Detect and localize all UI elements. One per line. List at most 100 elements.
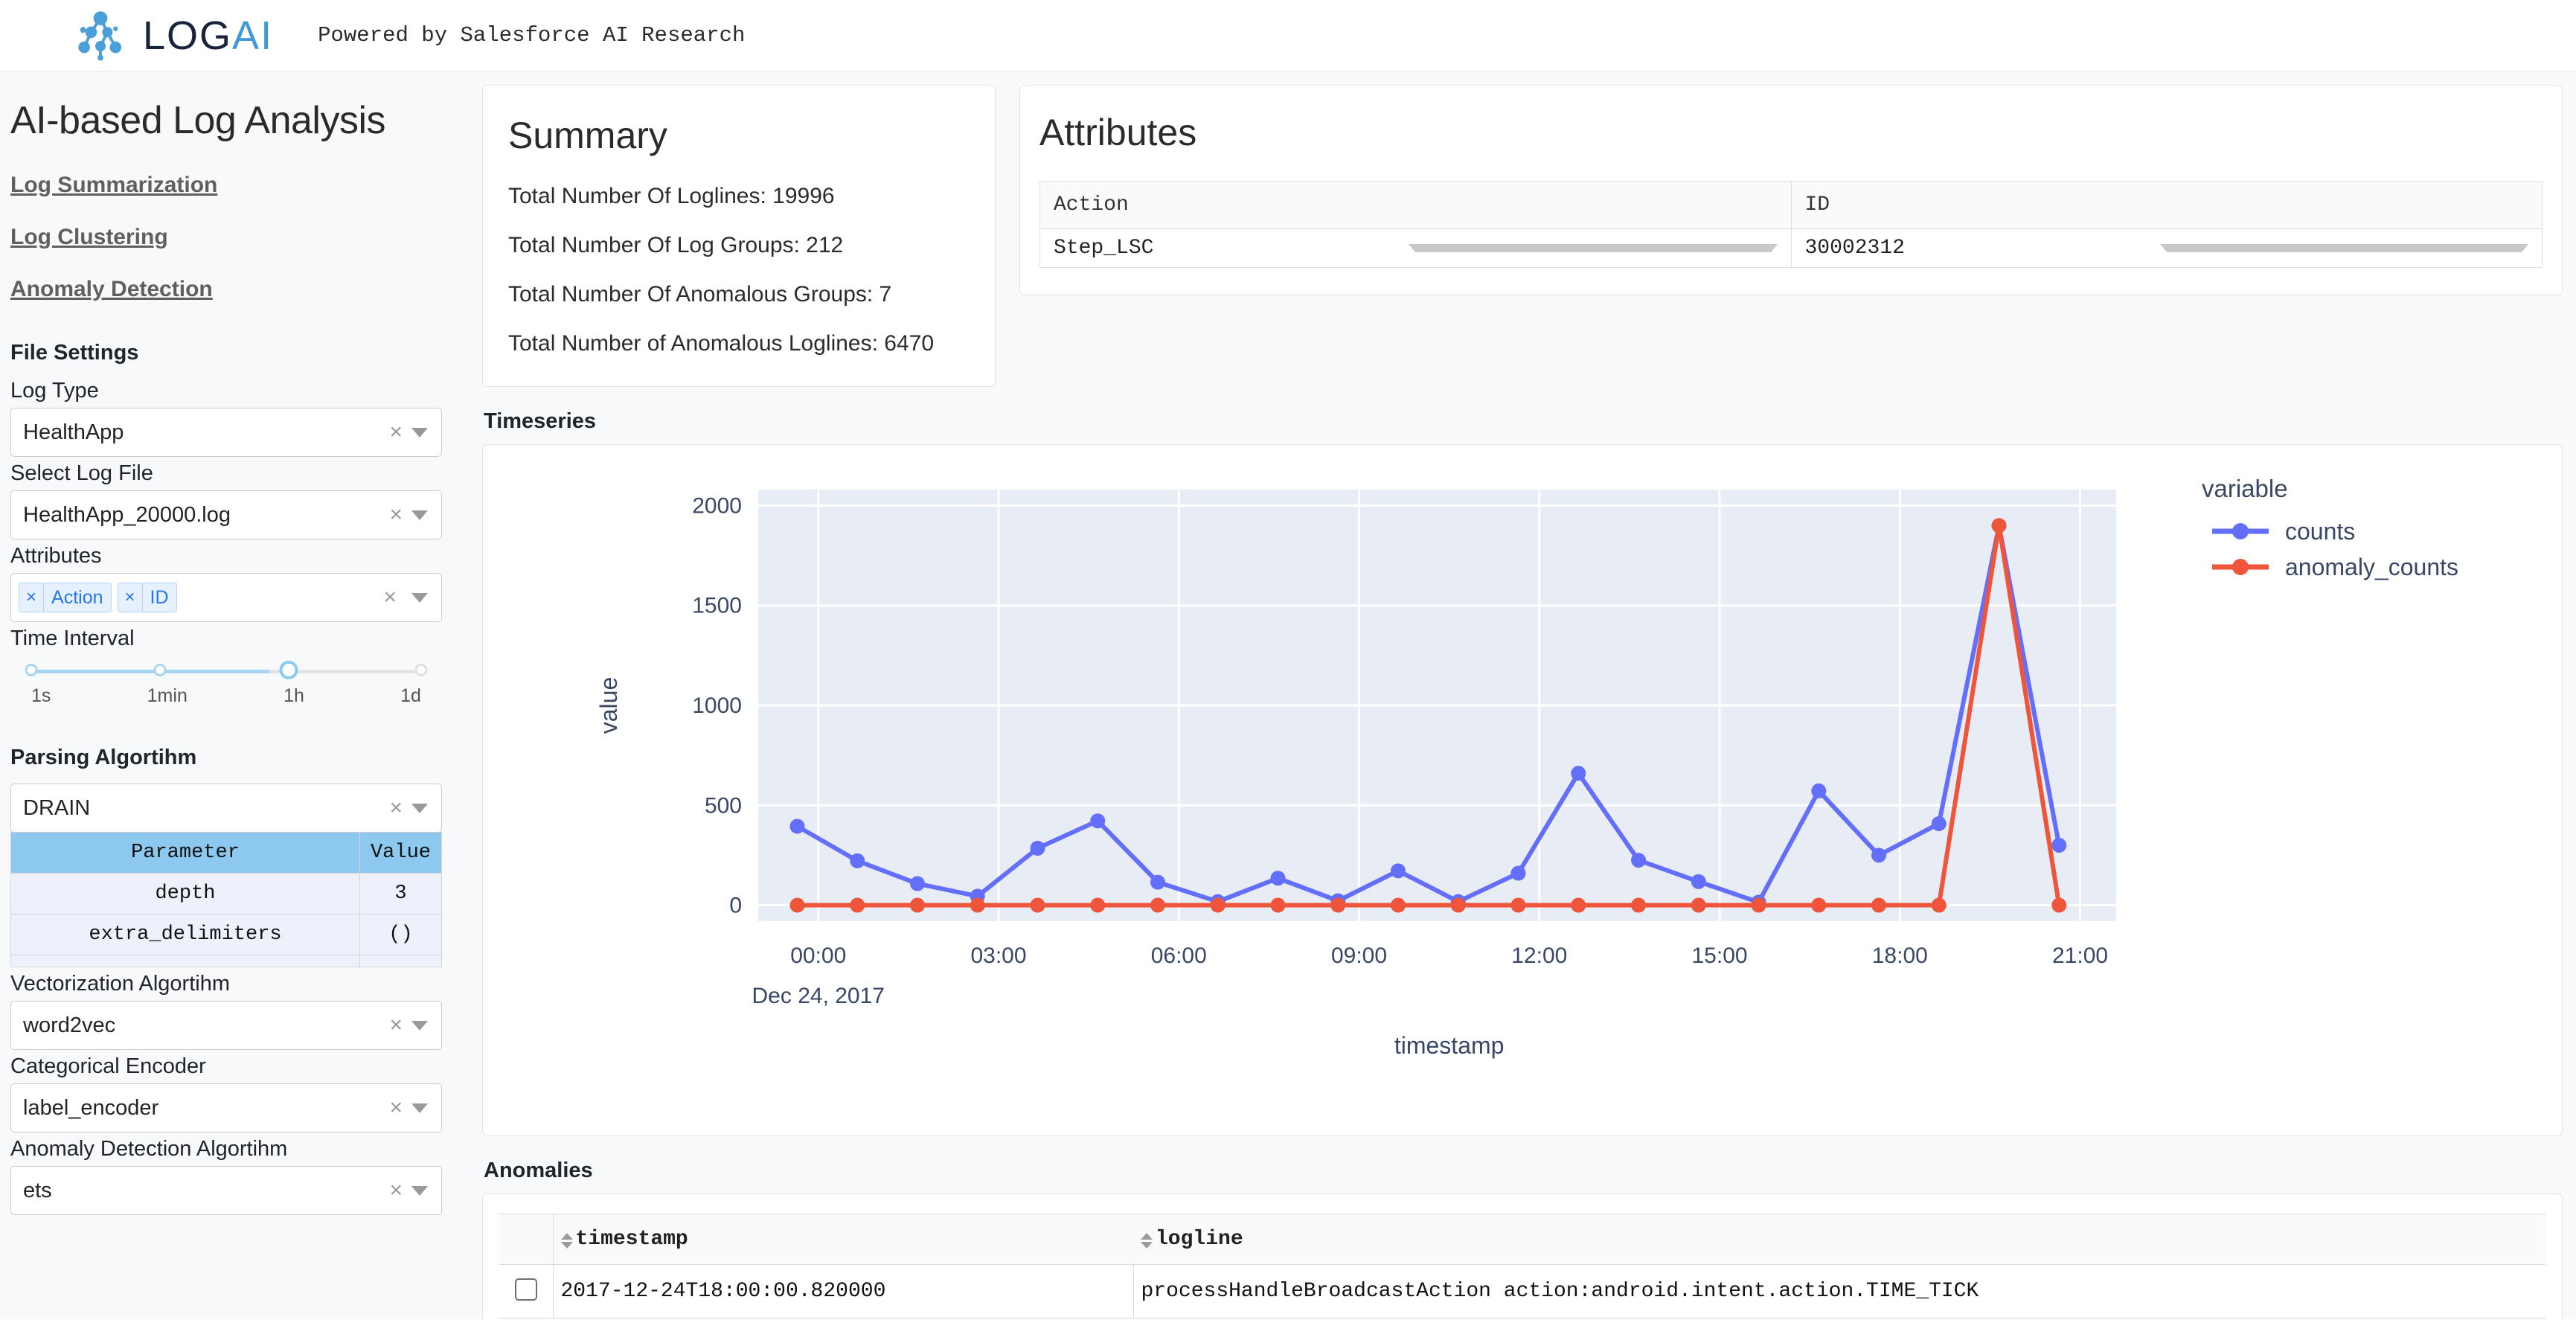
legend-marker-counts	[2232, 523, 2249, 539]
series-point-anomaly_counts	[1391, 898, 1406, 913]
slider-track[interactable]	[31, 667, 421, 675]
attr-id-dropdown[interactable]: 30002312	[1805, 237, 2529, 260]
attributes-label: Attributes	[10, 544, 442, 568]
slider-knob-1d[interactable]	[415, 664, 428, 676]
chip-label: Action	[44, 583, 110, 612]
anomalies-card: timestamp logline 2017-12-24T18:00:00.82…	[482, 1194, 2563, 1319]
summary-total-loglines: Total Number Of Loglines: 19996	[508, 184, 970, 209]
chevron-down-icon[interactable]	[2160, 244, 2528, 252]
clear-icon[interactable]: ×	[380, 421, 411, 443]
categorical-encoder-value: label_encoder	[23, 1096, 380, 1121]
x-tick-label: 06:00	[1151, 943, 1207, 968]
sidebar-item-log-clustering[interactable]: Log Clustering	[10, 225, 442, 250]
row-checkbox[interactable]	[515, 1278, 537, 1301]
slider-knob-1min[interactable]	[153, 664, 166, 676]
chevron-down-icon[interactable]	[411, 804, 428, 813]
vectorization-select[interactable]: word2vec ×	[10, 1001, 442, 1050]
sidebar-item-anomaly-detection[interactable]: Anomaly Detection	[10, 277, 442, 302]
series-point-counts	[2051, 838, 2066, 853]
sort-icon[interactable]	[561, 1233, 573, 1249]
clear-icon[interactable]: ×	[380, 1097, 411, 1119]
row-select-cell[interactable]	[499, 1319, 553, 1320]
attributes-card: Attributes Action ID Step_LSC	[1019, 85, 2563, 295]
chevron-down-icon[interactable]	[411, 1186, 428, 1196]
clear-icon[interactable]: ×	[380, 1179, 411, 1202]
logline-col-header[interactable]: logline	[1133, 1214, 2545, 1265]
chip-remove-icon[interactable]: ×	[118, 583, 143, 612]
x-tick-label: 00:00	[790, 943, 846, 968]
x-tick-label: 18:00	[1872, 943, 1928, 968]
param-name-cell: depth	[11, 874, 360, 914]
series-point-counts	[1631, 853, 1646, 868]
slider-knob-1h[interactable]	[279, 661, 298, 679]
sort-icon[interactable]	[1141, 1233, 1153, 1249]
clear-icon[interactable]: ×	[380, 504, 411, 526]
chevron-down-icon[interactable]	[411, 1021, 428, 1031]
anomalies-table: timestamp logline 2017-12-24T18:00:00.82…	[499, 1214, 2545, 1319]
x-tick-label: 15:00	[1691, 943, 1747, 968]
attribute-chip-id[interactable]: × ID	[118, 583, 177, 612]
page-title: AI-based Log Analysis	[10, 98, 442, 143]
series-point-anomaly_counts	[1330, 898, 1345, 913]
series-point-counts	[1271, 871, 1286, 885]
series-point-anomaly_counts	[1451, 898, 1466, 913]
parsing-parameter-table: Parameter Value depth 3 extra_delimiters…	[10, 832, 442, 967]
log-file-select[interactable]: HealthApp_20000.log ×	[10, 490, 442, 539]
logline-col-label: logline	[1156, 1228, 1243, 1251]
chip-remove-icon[interactable]: ×	[19, 583, 44, 612]
attr-id-value: 30002312	[1805, 237, 2160, 260]
clear-icon[interactable]: ×	[380, 1014, 411, 1037]
vectorization-label: Vectorization Algortihm	[10, 972, 442, 996]
series-point-anomaly_counts	[1631, 898, 1646, 913]
row-select-cell[interactable]	[499, 1265, 553, 1319]
chevron-down-icon[interactable]	[1409, 244, 1777, 252]
series-point-anomaly_counts	[1691, 898, 1706, 913]
series-point-anomaly_counts	[1150, 898, 1165, 913]
logo-ai-text: AI	[232, 13, 273, 58]
logai-wordmark: LOGAI	[143, 13, 273, 59]
attribute-chip-action[interactable]: × Action	[19, 583, 112, 612]
table-header-row: Parameter Value	[11, 833, 442, 874]
y-axis-title: value	[595, 677, 622, 734]
x-tick-label: 03:00	[970, 943, 1026, 968]
table-row-partial	[11, 955, 442, 967]
log-type-select[interactable]: HealthApp ×	[10, 408, 442, 457]
x-axis-title: timestamp	[1394, 1032, 1505, 1059]
slider-tick-1h: 1h	[283, 685, 304, 707]
clear-icon[interactable]: ×	[380, 797, 411, 819]
timestamp-col-header[interactable]: timestamp	[553, 1214, 1133, 1265]
param-value-cell	[360, 955, 442, 967]
clear-icon[interactable]: ×	[374, 586, 406, 609]
anomaly-algorithm-select[interactable]: ets ×	[10, 1166, 442, 1215]
param-value-cell: ()	[360, 914, 442, 955]
timeseries-chart[interactable]: 050010001500200000:0003:0006:0009:0012:0…	[483, 445, 2559, 1133]
vectorization-value: word2vec	[23, 1013, 380, 1038]
logline-cell: processHandleBroadcastAction action:andr…	[1133, 1319, 2545, 1320]
summary-anomalous-groups: Total Number Of Anomalous Groups: 7	[508, 282, 970, 307]
chevron-down-icon[interactable]	[411, 593, 428, 603]
chevron-down-icon[interactable]	[411, 1103, 428, 1113]
chip-label: ID	[143, 583, 176, 612]
categorical-encoder-select[interactable]: label_encoder ×	[10, 1083, 442, 1132]
legend-label-counts: counts	[2285, 518, 2355, 545]
log-type-value: HealthApp	[23, 420, 380, 445]
chevron-down-icon[interactable]	[411, 510, 428, 520]
chevron-down-icon[interactable]	[411, 428, 428, 438]
attr-action-dropdown[interactable]: Step_LSC	[1054, 237, 1778, 260]
slider-knob-1s[interactable]	[25, 664, 38, 676]
time-interval-slider[interactable]: 1s 1min 1h 1d	[10, 656, 442, 707]
y-tick-label: 0	[729, 894, 742, 918]
summary-total-log-groups: Total Number Of Log Groups: 212	[508, 233, 970, 258]
attr-action-cell[interactable]: Step_LSC	[1040, 229, 1792, 268]
parsing-algorithm-select[interactable]: DRAIN ×	[10, 784, 442, 833]
series-point-counts	[910, 877, 925, 891]
anomalies-label: Anomalies	[484, 1159, 2563, 1183]
series-point-counts	[1932, 816, 1947, 831]
attributes-multiselect[interactable]: × Action × ID ×	[10, 573, 442, 622]
sidebar-item-log-summarization[interactable]: Log Summarization	[10, 173, 442, 198]
x-tick-label: 09:00	[1331, 943, 1387, 968]
y-tick-label: 1000	[692, 693, 742, 718]
param-col-header: Parameter	[11, 833, 360, 874]
attr-id-cell[interactable]: 30002312	[1791, 229, 2543, 268]
series-point-anomaly_counts	[1030, 898, 1045, 913]
